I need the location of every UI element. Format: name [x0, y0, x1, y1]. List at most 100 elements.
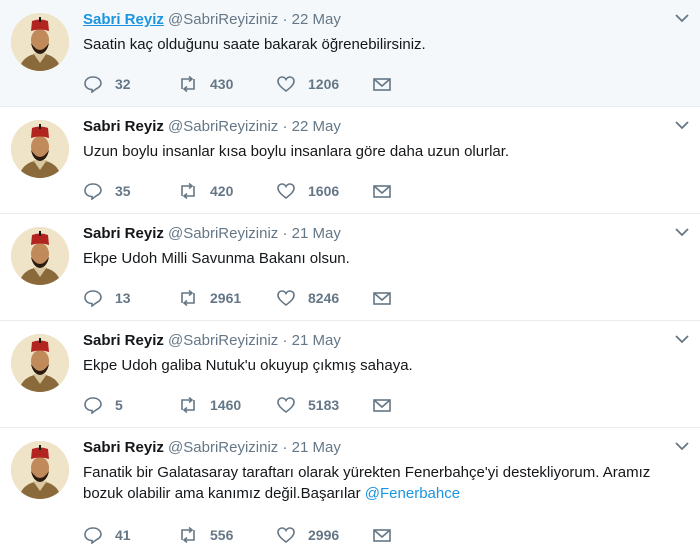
reply-count: 5 — [115, 397, 123, 413]
envelope-icon — [373, 529, 391, 542]
tweet[interactable]: Sabri Reyiz @SabriReyiziniz · 21 May Ekp… — [0, 321, 700, 428]
author-name[interactable]: Sabri Reyiz — [83, 439, 164, 456]
retweet-icon — [181, 75, 195, 93]
author-name[interactable]: Sabri Reyiz — [83, 11, 164, 28]
envelope-icon — [373, 185, 391, 198]
like-count: 2996 — [308, 527, 340, 543]
direct-message-button[interactable] — [372, 525, 392, 545]
like-button[interactable]: 2996 — [276, 525, 339, 545]
tweet-date[interactable]: 21 May — [292, 225, 341, 242]
reply-button[interactable]: 35 — [83, 181, 131, 201]
retweet-count: 2961 — [210, 290, 242, 306]
envelope-icon — [373, 78, 391, 91]
tweet-date[interactable]: 21 May — [292, 439, 341, 456]
author-handle[interactable]: @SabriReyiziniz — [168, 118, 278, 135]
retweet-icon — [181, 526, 195, 544]
tweet-text: Fanatik bir Galatasaray taraftarı olarak… — [83, 462, 670, 504]
tweet-text-body: Saatin kaç olduğunu saate bakarak öğrene… — [83, 36, 426, 53]
author-handle[interactable]: @SabriReyiziniz — [168, 11, 278, 28]
retweet-count: 1460 — [210, 397, 242, 413]
reply-count: 32 — [115, 76, 131, 92]
tweet-date[interactable]: 22 May — [292, 118, 341, 135]
avatar-image — [11, 13, 69, 71]
tweet[interactable]: Sabri Reyiz @SabriReyiziniz · 22 May Saa… — [0, 0, 700, 107]
tweet[interactable]: Sabri Reyiz @SabriReyiziniz · 21 May Fan… — [0, 428, 700, 555]
separator-dot: · — [282, 118, 288, 135]
chevron-down-icon[interactable] — [674, 333, 690, 345]
tweet-text: Ekpe Udoh galiba Nutuk'u okuyup çıkmış s… — [83, 355, 670, 376]
author-name[interactable]: Sabri Reyiz — [83, 225, 164, 242]
reply-count: 35 — [115, 183, 131, 199]
retweet-button[interactable]: 430 — [178, 74, 233, 94]
reply-count: 13 — [115, 290, 131, 306]
avatar-image — [11, 441, 69, 499]
heart-icon — [277, 76, 295, 93]
author-handle[interactable]: @SabriReyiziniz — [168, 332, 278, 349]
direct-message-button[interactable] — [372, 395, 392, 415]
chevron-down-icon[interactable] — [674, 119, 690, 131]
tweet[interactable]: Sabri Reyiz @SabriReyiziniz · 22 May Uzu… — [0, 107, 700, 214]
reply-icon — [84, 290, 102, 307]
avatar[interactable] — [11, 334, 69, 392]
author-name[interactable]: Sabri Reyiz — [83, 332, 164, 349]
direct-message-button[interactable] — [372, 74, 392, 94]
like-count: 1606 — [308, 183, 340, 199]
author-handle[interactable]: @SabriReyiziniz — [168, 225, 278, 242]
heart-icon — [277, 183, 295, 200]
retweet-count: 420 — [210, 183, 234, 199]
like-button[interactable]: 5183 — [276, 395, 339, 415]
retweet-button[interactable]: 1460 — [178, 395, 241, 415]
like-button[interactable]: 1206 — [276, 74, 339, 94]
reply-button[interactable]: 32 — [83, 74, 131, 94]
retweet-count: 430 — [210, 76, 234, 92]
avatar[interactable] — [11, 441, 69, 499]
like-button[interactable]: 1606 — [276, 181, 339, 201]
retweet-button[interactable]: 556 — [178, 525, 233, 545]
tweet-text: Saatin kaç olduğunu saate bakarak öğrene… — [83, 34, 670, 55]
heart-icon — [277, 290, 295, 307]
separator-dot: · — [282, 225, 288, 242]
heart-icon — [277, 527, 295, 544]
separator-dot: · — [282, 332, 288, 349]
tweet-date[interactable]: 21 May — [292, 332, 341, 349]
tweet[interactable]: Sabri Reyiz @SabriReyiziniz · 21 May Ekp… — [0, 214, 700, 321]
tweet-header: Sabri Reyiz @SabriReyiziniz · 22 May — [83, 117, 670, 137]
tweet-header: Sabri Reyiz @SabriReyiziniz · 21 May — [83, 438, 670, 458]
chevron-down-icon[interactable] — [674, 226, 690, 238]
tweet-text: Ekpe Udoh Milli Savunma Bakanı olsun. — [83, 248, 670, 269]
reply-button[interactable]: 13 — [83, 288, 131, 308]
avatar[interactable] — [11, 120, 69, 178]
tweet-date[interactable]: 22 May — [292, 11, 341, 28]
avatar[interactable] — [11, 227, 69, 285]
retweet-count: 556 — [210, 527, 234, 543]
tweet-header: Sabri Reyiz @SabriReyiziniz · 21 May — [83, 331, 670, 351]
direct-message-button[interactable] — [372, 181, 392, 201]
reply-button[interactable]: 5 — [83, 395, 123, 415]
reply-icon — [84, 527, 102, 544]
avatar[interactable] — [11, 13, 69, 71]
reply-button[interactable]: 41 — [83, 525, 131, 545]
tweet-text: Uzun boylu insanlar kısa boylu insanlara… — [83, 141, 670, 162]
author-handle[interactable]: @SabriReyiziniz — [168, 439, 278, 456]
tweet-text-body: Uzun boylu insanlar kısa boylu insanlara… — [83, 143, 510, 160]
envelope-icon — [373, 292, 391, 305]
retweet-button[interactable]: 420 — [178, 181, 233, 201]
avatar-image — [11, 227, 69, 285]
like-count: 8246 — [308, 290, 340, 306]
tweet-text-body: Ekpe Udoh Milli Savunma Bakanı olsun. — [83, 250, 350, 267]
direct-message-button[interactable] — [372, 288, 392, 308]
like-button[interactable]: 8246 — [276, 288, 339, 308]
chevron-down-icon[interactable] — [674, 12, 690, 24]
reply-icon — [84, 76, 102, 93]
reply-count: 41 — [115, 527, 131, 543]
author-name[interactable]: Sabri Reyiz — [83, 118, 164, 135]
envelope-icon — [373, 399, 391, 412]
retweet-button[interactable]: 2961 — [178, 288, 241, 308]
tweet-header: Sabri Reyiz @SabriReyiziniz · 22 May — [83, 10, 670, 30]
mention-link[interactable]: @Fenerbahce — [365, 485, 460, 502]
heart-icon — [277, 397, 295, 414]
tweet-timeline: Sabri Reyiz @SabriReyiziniz · 22 May Saa… — [0, 0, 700, 555]
avatar-image — [11, 334, 69, 392]
chevron-down-icon[interactable] — [674, 440, 690, 452]
separator-dot: · — [282, 11, 288, 28]
